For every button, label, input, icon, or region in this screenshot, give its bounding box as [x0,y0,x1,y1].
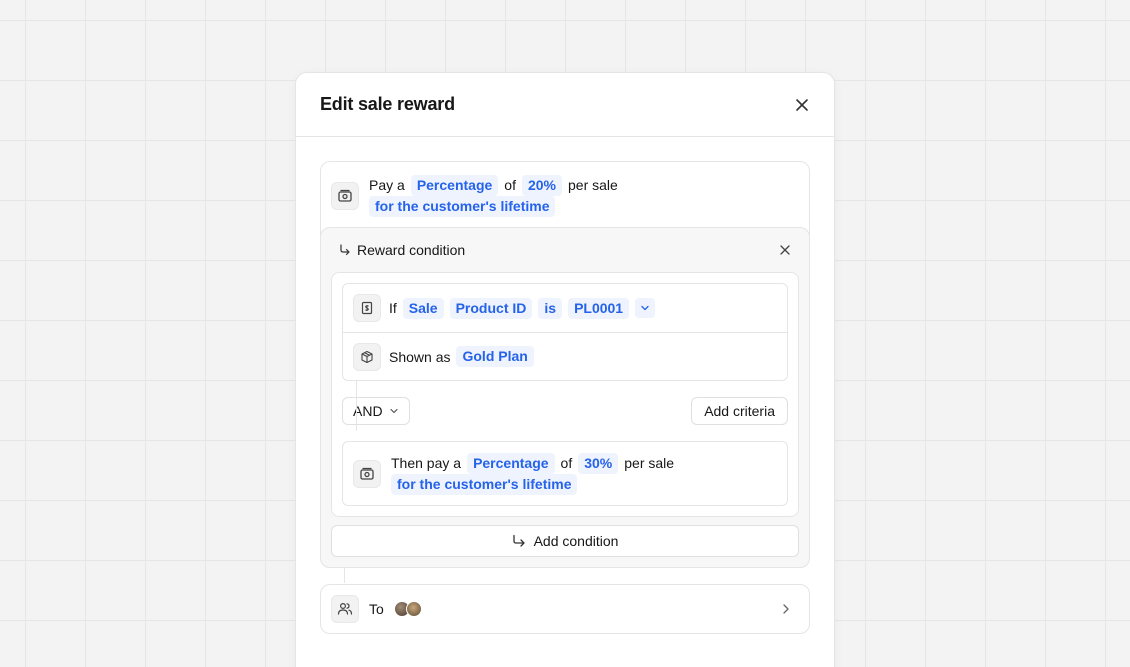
reward-prefix: Pay a [369,177,405,193]
shown-as-label: Shown as [389,348,451,365]
chevron-right-icon [783,604,789,614]
condition-panel: Reward condition If Sale Product ID is P… [320,227,810,568]
box-icon [353,342,381,371]
criteria-value-pill[interactable]: PL0001 [568,297,630,319]
then-suffix: per sale [624,455,675,471]
criteria-box: If Sale Product ID is PL0001 Shown as Go… [342,283,788,381]
criteria-if: If [389,300,397,316]
add-condition-button[interactable]: Add condition [331,525,799,557]
arrow-turn-icon [512,534,525,547]
modal-body: Pay a Percentage of 20% per sale for the… [296,137,834,658]
recipients-row[interactable]: To [320,584,810,634]
reward-of: of [504,177,516,193]
criteria-entity-pill[interactable]: Sale [402,297,444,319]
condition-header: Reward condition [331,228,799,272]
reward-duration-pill[interactable]: for the customer's lifetime [369,196,556,217]
reward-suffix: per sale [568,177,618,193]
add-condition-label: Add condition [533,533,619,549]
logic-operator-dropdown[interactable]: AND [342,397,410,425]
close-button[interactable] [790,93,814,117]
reward-row: Pay a Percentage of 20% per sale for the… [321,162,809,227]
arrow-turn-icon [340,244,350,256]
criteria-operator-pill[interactable]: is [538,297,563,319]
reward-amount-pill[interactable]: 20% [521,174,563,196]
then-type-pill[interactable]: Percentage [467,452,555,474]
reward-card: Pay a Percentage of 20% per sale for the… [320,161,810,568]
money-icon [331,181,359,210]
modal-title: Edit sale reward [320,94,455,114]
then-amount-pill[interactable]: 30% [578,452,619,474]
add-criteria-button[interactable]: Add criteria [691,397,788,425]
close-icon [796,98,808,111]
avatar-group [393,601,422,617]
recipients-label: To [369,601,384,617]
remove-condition-button[interactable] [779,244,791,256]
avatar [405,601,422,617]
money-icon [353,459,381,488]
condition-body: If Sale Product ID is PL0001 Shown as Go… [331,272,799,517]
chevron-down-icon [389,408,398,414]
chevron-down-icon [641,305,649,311]
reward-sentence: Pay a Percentage of 20% per sale for the… [369,174,629,217]
logic-row: AND Add criteria [342,381,788,441]
then-of: of [560,455,573,471]
then-duration-pill[interactable]: for the customer's lifetime [391,474,578,495]
receipt-icon [353,294,381,322]
close-icon [780,245,790,255]
criteria-value-dropdown[interactable] [635,298,656,318]
then-sentence: Then pay a Percentage of 30% per sale fo… [391,452,681,495]
criteria-attribute-pill[interactable]: Product ID [449,297,533,319]
criteria-row: If Sale Product ID is PL0001 [343,284,787,332]
then-prefix: Then pay a [391,455,462,471]
connector-line [344,567,345,583]
then-box: Then pay a Percentage of 30% per sale fo… [342,441,788,506]
edit-reward-modal: Edit sale reward Pay a Percentage of 20%… [295,72,835,667]
logic-operator-label: AND [353,403,383,419]
reward-type-pill[interactable]: Percentage [410,174,499,196]
modal-header: Edit sale reward [296,73,834,137]
condition-title: Reward condition [357,242,466,258]
users-icon [331,595,359,623]
connector-line [356,381,357,431]
shown-as-pill[interactable]: Gold Plan [456,346,534,367]
shown-as-row: Shown as Gold Plan [343,332,787,380]
